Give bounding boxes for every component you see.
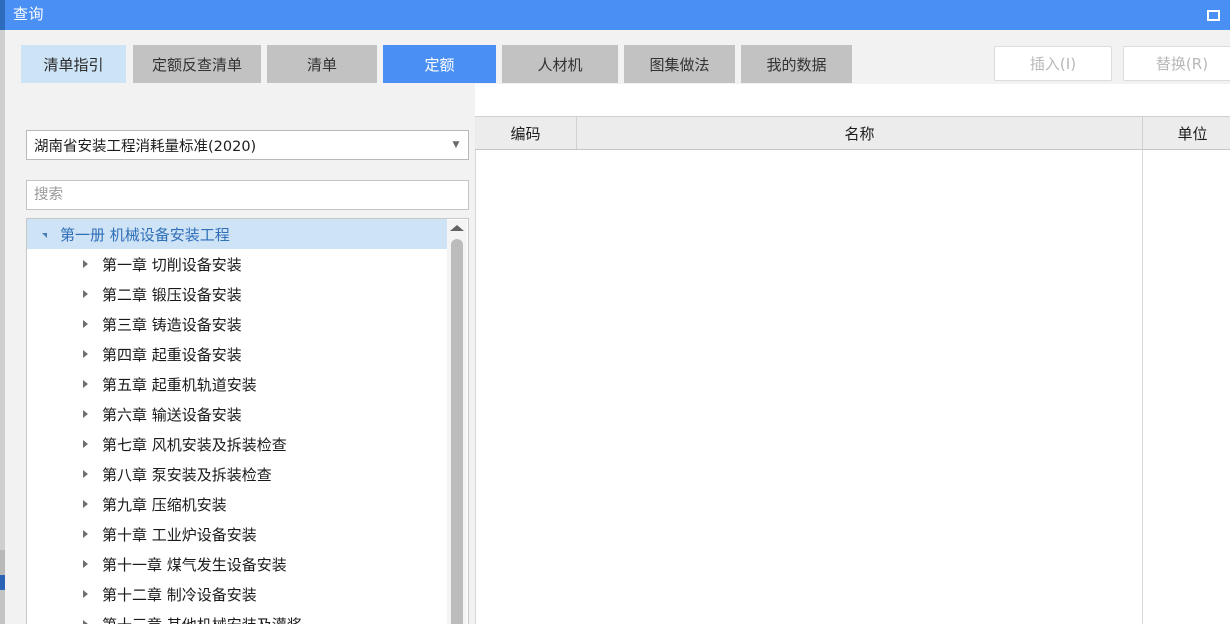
tree-item-label: 第十一章 煤气发生设备安装 <box>102 555 287 574</box>
title-bar[interactable]: 查询 <box>5 0 1230 30</box>
search-box[interactable] <box>26 180 469 210</box>
chapter-tree-list: 第一册 机械设备安装工程第一章 切削设备安装 第二章 锻压设备安装 第三章 铸造设备… <box>27 219 447 624</box>
tree-item[interactable]: 第十三章 其他机械安装及灌浆 <box>27 609 447 624</box>
expand-triangle-icon[interactable] <box>77 320 93 328</box>
tab-label: 图集做法 <box>649 55 710 74</box>
expand-triangle-icon[interactable] <box>77 530 93 538</box>
tree-item[interactable]: 第三章 铸造设备安装 <box>27 309 447 339</box>
chapter-tree: 第一册 机械设备安装工程第一章 切削设备安装 第二章 锻压设备安装 第三章 铸造设备… <box>26 218 469 624</box>
tree-item-label: 第五章 起重机轨道安装 <box>102 375 257 394</box>
expand-triangle-icon[interactable] <box>77 440 93 448</box>
tree-item[interactable]: 第十一章 煤气发生设备安装 <box>27 549 447 579</box>
button-label: 替换(R) <box>1155 55 1209 73</box>
expand-triangle-icon[interactable] <box>77 350 93 358</box>
tab-2[interactable]: 定额反查清单 <box>133 45 261 83</box>
tree-item-label: 第十三章 其他机械安装及灌浆 <box>93 614 302 624</box>
tab-label: 定额 <box>424 55 455 74</box>
chevron-down-icon: ▼ <box>452 140 460 150</box>
tree-item-label: 第三章 铸造设备安装 <box>102 315 242 334</box>
tree-item[interactable]: 第五章 起重机轨道安装 <box>27 369 447 399</box>
tree-item-label: 第二章 锻压设备安装 <box>102 285 242 304</box>
tree-item[interactable]: 第四章 起重设备安装 <box>27 339 447 369</box>
maximize-button[interactable] <box>1196 0 1230 30</box>
maximize-icon <box>1206 9 1220 21</box>
standard-select-value: 湖南省安装工程消耗量标准(2020) <box>34 138 257 155</box>
tree-item-label: 第一册 机械设备安装工程 <box>60 225 230 244</box>
results-grid-body[interactable] <box>475 150 1143 624</box>
dialog-body: 清单指引 定额反查清单 清单 定额 人材机 图集做法 我的数据 插入(I) 替换(R) 湖南省安… <box>5 30 1230 624</box>
left-panel: 湖南省安装工程消耗量标准(2020) ▼ 第一册 机械设备安装工程第一章 切削设… <box>21 84 473 624</box>
grid-column-header[interactable]: 单位 <box>1143 117 1230 149</box>
collapse-triangle-icon[interactable] <box>35 232 51 238</box>
tree-item-label: 第七章 风机安装及拆装检查 <box>102 435 287 454</box>
tab-label: 清单 <box>306 55 337 74</box>
tab-6[interactable]: 图集做法 <box>624 45 735 83</box>
expand-triangle-icon[interactable] <box>77 500 93 508</box>
query-dialog-window: 查询 清单指引 定额反查清单 清单 定额 人材机 图集做法 我的数据 插入(I) 替换(R) 湖… <box>0 0 1230 624</box>
tab-label: 人材机 <box>537 55 583 74</box>
expand-triangle-icon[interactable] <box>77 380 93 388</box>
expand-triangle-icon[interactable] <box>77 620 93 624</box>
tree-item[interactable]: 第十二章 制冷设备安装 <box>27 579 447 609</box>
tree-item[interactable]: 第八章 泵安装及拆装检查 <box>27 459 447 489</box>
tab-label: 我的数据 <box>766 55 827 74</box>
tree-item[interactable]: 第九章 压缩机安装 <box>27 489 447 519</box>
tree-item-label: 第一章 切削设备安装 <box>102 255 242 274</box>
tab-5[interactable]: 人材机 <box>502 45 618 83</box>
button-label: 插入(I) <box>1029 55 1077 73</box>
tab-1[interactable]: 清单指引 <box>21 45 126 83</box>
tab-7[interactable]: 我的数据 <box>741 45 852 83</box>
tab-label: 清单指引 <box>43 55 104 74</box>
tree-item[interactable]: 第一章 切削设备安装 <box>27 249 447 279</box>
tree-scrollbar-thumb[interactable] <box>451 239 463 624</box>
tab-label: 定额反查清单 <box>151 55 242 74</box>
tab-strip: 清单指引 定额反查清单 清单 定额 人材机 图集做法 我的数据 插入(I) 替换(R) <box>5 45 1230 84</box>
window-title: 查询 <box>13 5 45 23</box>
expand-triangle-icon[interactable] <box>77 290 93 298</box>
search-input[interactable] <box>27 181 468 209</box>
expand-triangle-icon[interactable] <box>77 590 93 598</box>
tree-item[interactable]: 第二章 锻压设备安装 <box>27 279 447 309</box>
tree-item-label: 第十二章 制冷设备安装 <box>102 585 257 604</box>
expand-triangle-icon[interactable] <box>77 260 93 268</box>
tree-item-label: 第四章 起重设备安装 <box>102 345 242 364</box>
expand-triangle-icon[interactable] <box>77 470 93 478</box>
tree-item[interactable]: 第七章 风机安装及拆装检查 <box>27 429 447 459</box>
tab-3[interactable]: 清单 <box>267 45 377 83</box>
insert-button[interactable]: 插入(I) <box>994 46 1112 81</box>
tab-4[interactable]: 定额 <box>383 45 496 83</box>
tree-item-label: 第八章 泵安装及拆装检查 <box>102 465 272 484</box>
scroll-up-arrow-icon[interactable] <box>447 220 467 236</box>
results-grid-header: 编码名称单位不含税单价 <box>475 116 1230 150</box>
results-grid: 编码名称单位不含税单价 <box>475 84 1230 624</box>
replace-button[interactable]: 替换(R) <box>1123 46 1230 81</box>
tree-item-label: 第六章 输送设备安装 <box>102 405 242 424</box>
tree-item[interactable]: 第六章 输送设备安装 <box>27 399 447 429</box>
expand-triangle-icon[interactable] <box>77 410 93 418</box>
tree-item[interactable]: 第十章 工业炉设备安装 <box>27 519 447 549</box>
expand-triangle-icon[interactable] <box>77 560 93 568</box>
tree-item-label: 第十章 工业炉设备安装 <box>102 525 257 544</box>
tree-scrollbar[interactable] <box>447 220 467 624</box>
tree-item[interactable]: 第一册 机械设备安装工程 <box>27 219 447 249</box>
grid-column-header[interactable]: 编码 <box>475 117 577 149</box>
standard-select[interactable]: 湖南省安装工程消耗量标准(2020) ▼ <box>26 130 469 160</box>
tree-item-label: 第九章 压缩机安装 <box>102 495 227 514</box>
grid-column-header[interactable]: 名称 <box>577 117 1143 149</box>
